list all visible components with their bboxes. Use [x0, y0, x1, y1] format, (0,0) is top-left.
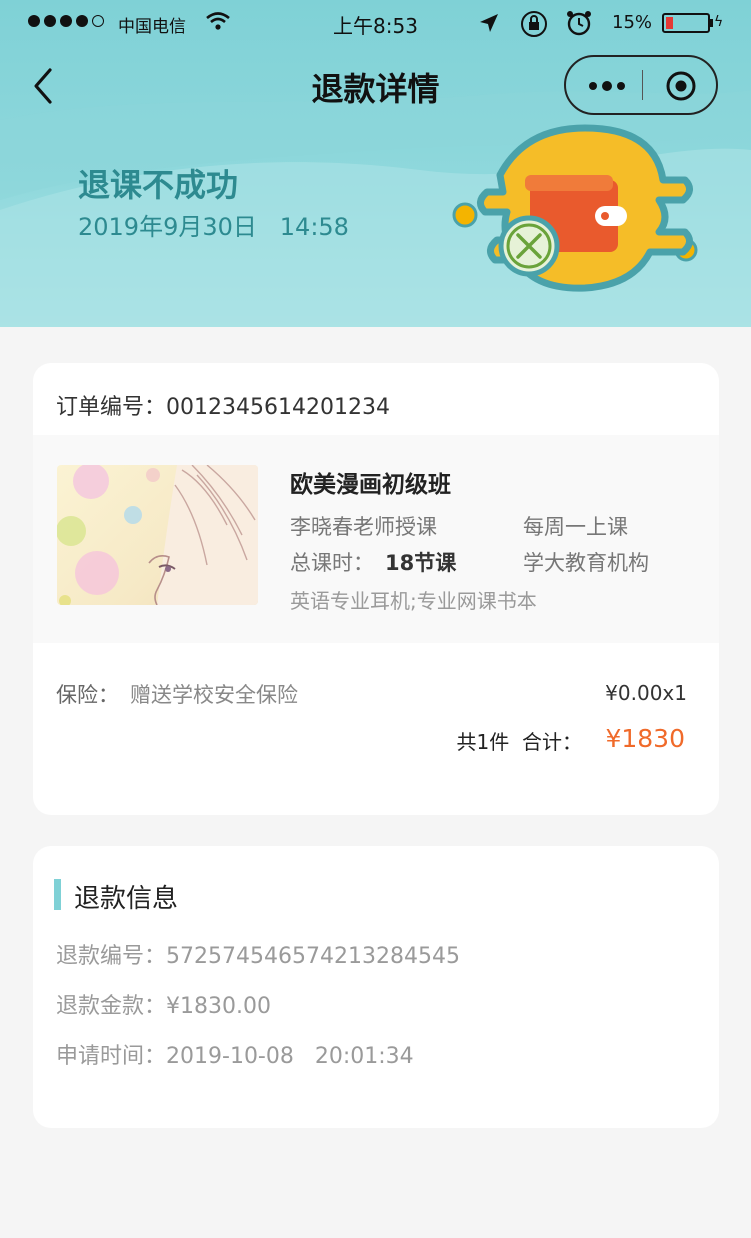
mini-program-capsule: [564, 55, 718, 115]
refund-number-label: 退款编号：: [56, 944, 167, 969]
location-arrow-icon: [480, 14, 498, 32]
order-number-value: 0012345614201234: [166, 395, 390, 420]
refund-info-card: 退款信息 退款编号：572574546574213284545 退款金款：¥18…: [33, 846, 719, 1128]
failed-wallet-icon: [452, 124, 698, 292]
product-teacher: 李晓春老师授课: [290, 515, 437, 539]
order-total-value: ¥1830: [605, 724, 685, 753]
product-item[interactable]: 欧美漫画初级班 李晓春老师授课 每周一上课 总课时： 18节课 学大教育机构 英…: [33, 435, 719, 643]
product-organization: 学大教育机构: [523, 551, 649, 575]
alarm-icon: [567, 11, 591, 36]
capsule-divider: [642, 70, 643, 100]
insurance-value: 赠送学校安全保险: [130, 683, 298, 707]
manga-illustration: [57, 465, 258, 605]
order-number: 订单编号：0012345614201234: [56, 389, 390, 421]
refund-time-row: 申请时间：2019-10-08 20:01:34: [56, 1038, 414, 1070]
insurance-label: 保险：: [56, 683, 119, 707]
refund-amount-value: ¥1830.00: [166, 994, 271, 1019]
product-name: 欧美漫画初级班: [290, 472, 451, 498]
product-extras: 英语专业耳机;专业网课书本: [290, 589, 537, 613]
product-thumbnail: [57, 465, 258, 605]
refund-amount-label: 退款金款：: [56, 994, 167, 1019]
refund-status-title: 退课不成功: [78, 166, 239, 204]
refund-amount-row: 退款金款：¥1830.00: [56, 988, 271, 1020]
refund-status-datetime: 2019年9月30日 14:58: [78, 207, 349, 242]
battery-percent: 15%: [612, 12, 653, 33]
more-dots-icon[interactable]: [588, 75, 626, 97]
product-hours-label: 总课时：: [290, 551, 374, 575]
order-total-label: 共1件 合计：: [456, 730, 582, 754]
target-circle-icon[interactable]: [665, 70, 697, 102]
section-accent-bar: [54, 879, 61, 910]
product-frequency: 每周一上课: [523, 515, 628, 539]
refund-number-value: 572574546574213284545: [166, 944, 460, 969]
insurance-price: ¥0.00x1: [605, 681, 687, 705]
rotation-lock-icon: [521, 11, 547, 37]
order-card: 订单编号：0012345614201234 欧美漫画初级班 李晓春老师授课 每周…: [33, 363, 719, 815]
battery-cap: [710, 19, 713, 27]
product-hours: 18节课: [385, 551, 457, 575]
charging-icon: ϟ: [714, 14, 724, 30]
refund-info-title: 退款信息: [74, 884, 179, 914]
header-banner: 中国电信 上午8:53 15% ϟ 退款详情 退课不成功 2019年9月30日 …: [0, 0, 751, 327]
status-bar: 中国电信 上午8:53 15% ϟ: [0, 0, 751, 46]
battery-icon: [662, 13, 710, 33]
refund-time-value: 2019-10-08 20:01:34: [166, 1044, 414, 1069]
refund-time-label: 申请时间：: [56, 1044, 167, 1069]
order-number-label: 订单编号：: [56, 395, 167, 420]
refund-number-row: 退款编号：572574546574213284545: [56, 938, 460, 970]
status-date: 2019年9月30日: [78, 213, 257, 241]
status-time-value: 14:58: [279, 213, 349, 241]
